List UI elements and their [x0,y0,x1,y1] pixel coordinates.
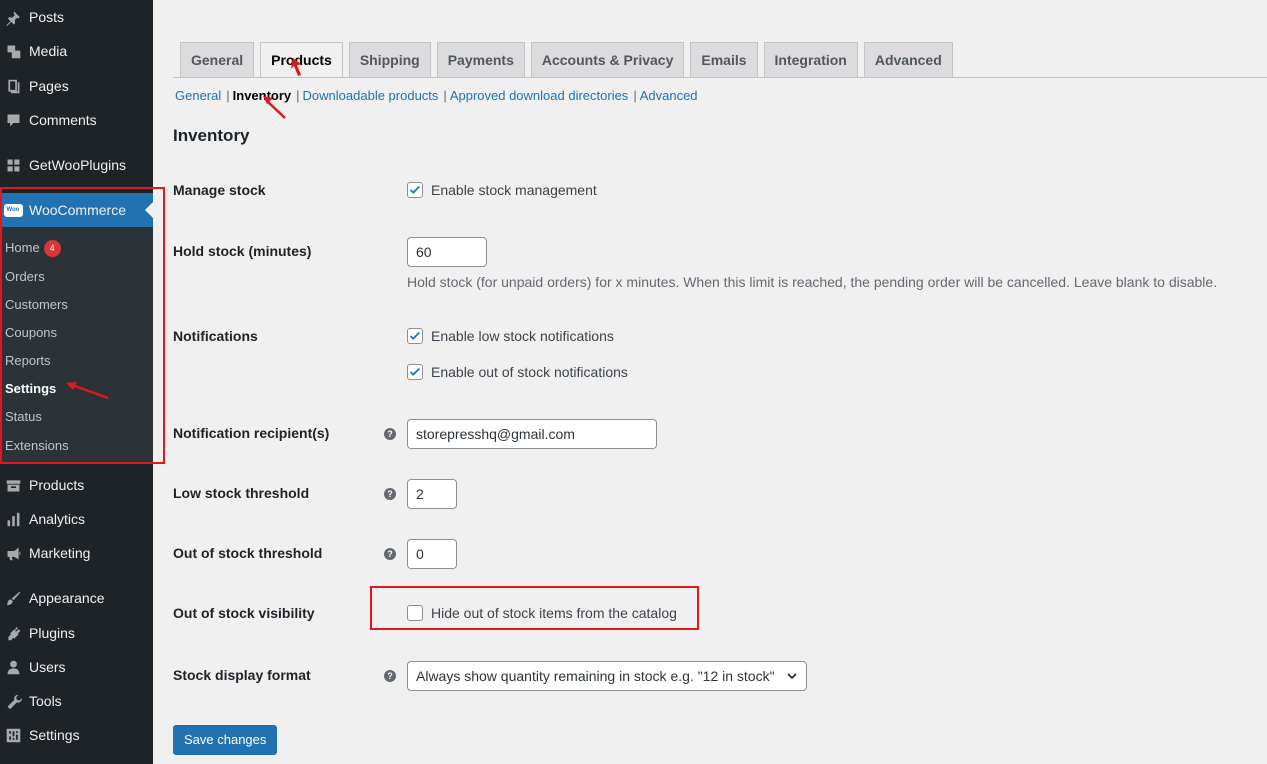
tab-payments[interactable]: Payments [436,42,525,77]
help-icon[interactable]: ? [384,488,396,500]
menu-label: Products [29,477,85,493]
manage-stock-option: Enable stock management [407,182,597,198]
stock-display-format-select[interactable]: Always show quantity remaining in stock … [407,661,807,691]
help-icon[interactable]: ? [384,670,396,682]
annotation-arrow-inventory [263,96,286,119]
subsection-advanced[interactable]: Advanced [640,88,698,103]
checkmark-icon [410,331,420,340]
archive-icon [3,475,23,495]
menu-label: Appearance [29,590,105,606]
menu-label: Posts [29,9,65,25]
manage-stock-label: Manage stock [173,182,266,198]
subsection-links: General | Inventory | Downloadable produ… [175,88,698,103]
help-icon[interactable]: ? [384,548,396,560]
pages-icon [3,76,23,96]
settings-main: General Products Shipping Payments Accou… [153,0,1267,764]
checkmark-icon [410,367,420,376]
menu-marketing[interactable]: Marketing [0,536,153,570]
tab-emails[interactable]: Emails [690,42,758,77]
checkbox-label: Enable out of stock notifications [431,364,628,380]
tab-accounts-privacy[interactable]: Accounts & Privacy [530,42,685,77]
low-stock-notifications-checkbox[interactable] [407,328,423,344]
out-of-stock-notifications-checkbox[interactable] [407,364,423,380]
hold-stock-label: Hold stock (minutes) [173,243,312,259]
menu-appearance[interactable]: Appearance [0,581,153,615]
menu-label: Users [29,659,66,675]
out-of-stock-threshold-input[interactable]: 0 [407,539,457,569]
bar-chart-icon [3,509,23,529]
stock-display-format-label: Stock display format [173,667,311,683]
menu-products[interactable]: Products [0,468,153,502]
tab-integration[interactable]: Integration [763,42,858,77]
manage-stock-checkbox[interactable] [407,182,423,198]
menu-label: Marketing [29,545,91,561]
chevron-down-icon [787,673,797,680]
menu-label: Tools [29,693,62,709]
hold-stock-input[interactable]: 60 [407,237,487,267]
menu-label: Pages [29,78,69,94]
plugin-icon [3,623,23,643]
select-value: Always show quantity remaining in stock … [416,668,775,684]
low-stock-notifications-option: Enable low stock notifications [407,328,614,344]
low-stock-threshold-label: Low stock threshold [173,485,310,501]
megaphone-icon [3,543,23,563]
wrench-icon [3,691,23,711]
menu-label: Analytics [29,511,86,527]
tab-advanced[interactable]: Advanced [863,42,953,77]
help-icon[interactable]: ? [384,428,396,440]
media-icon [3,41,23,61]
checkbox-label: Enable low stock notifications [431,328,614,344]
subsection-general[interactable]: General [175,88,221,103]
tab-general[interactable]: General [180,42,255,77]
pin-icon [3,7,23,27]
subsection-downloadable-products[interactable]: Downloadable products [303,88,439,103]
save-changes-button[interactable]: Save changes [173,725,278,755]
menu-pages[interactable]: Pages [0,69,153,103]
out-of-stock-threshold-label: Out of stock threshold [173,545,323,561]
menu-users[interactable]: Users [0,650,153,684]
menu-label: Plugins [29,625,75,641]
checkmark-icon [410,185,420,194]
menu-label: Settings [29,727,80,743]
menu-label: Media [29,43,68,59]
out-of-stock-visibility-label: Out of stock visibility [173,605,315,621]
menu-tools[interactable]: Tools [0,684,153,718]
comment-icon [3,110,23,130]
recipient-input[interactable]: storepresshq@gmail.com [407,419,657,449]
subsection-approved-download-directories[interactable]: Approved download directories [450,88,629,103]
section-title: Inventory [173,126,250,145]
menu-media[interactable]: Media [0,34,153,68]
annotation-box-visibility [370,586,699,630]
menu-comments[interactable]: Comments [0,103,153,137]
menu-settings[interactable]: Settings [0,718,153,752]
annotation-box-woocommerce [0,187,165,464]
menu-analytics[interactable]: Analytics [0,502,153,536]
menu-plugins[interactable]: Plugins [0,616,153,650]
menu-getwooplugins[interactable]: GetWooPlugins [0,148,153,182]
notifications-label: Notifications [173,328,258,344]
recipient-label: Notification recipient(s) [173,425,330,441]
out-of-stock-notifications-option: Enable out of stock notifications [407,364,628,380]
annotation-arrow-products [291,58,301,76]
menu-label: Comments [29,112,97,128]
grid-icon [3,155,23,175]
annotation-arrow-settings [66,382,109,400]
user-icon [3,657,23,677]
sliders-icon [3,725,23,745]
menu-posts[interactable]: Posts [0,0,153,34]
paintbrush-icon [3,588,23,608]
hold-stock-description: Hold stock (for unpaid orders) for x min… [407,274,1218,290]
tab-shipping[interactable]: Shipping [348,42,431,77]
tabs-divider [173,77,1267,78]
low-stock-threshold-input[interactable]: 2 [407,479,457,509]
checkbox-label: Enable stock management [431,182,597,198]
menu-label: GetWooPlugins [29,157,127,173]
